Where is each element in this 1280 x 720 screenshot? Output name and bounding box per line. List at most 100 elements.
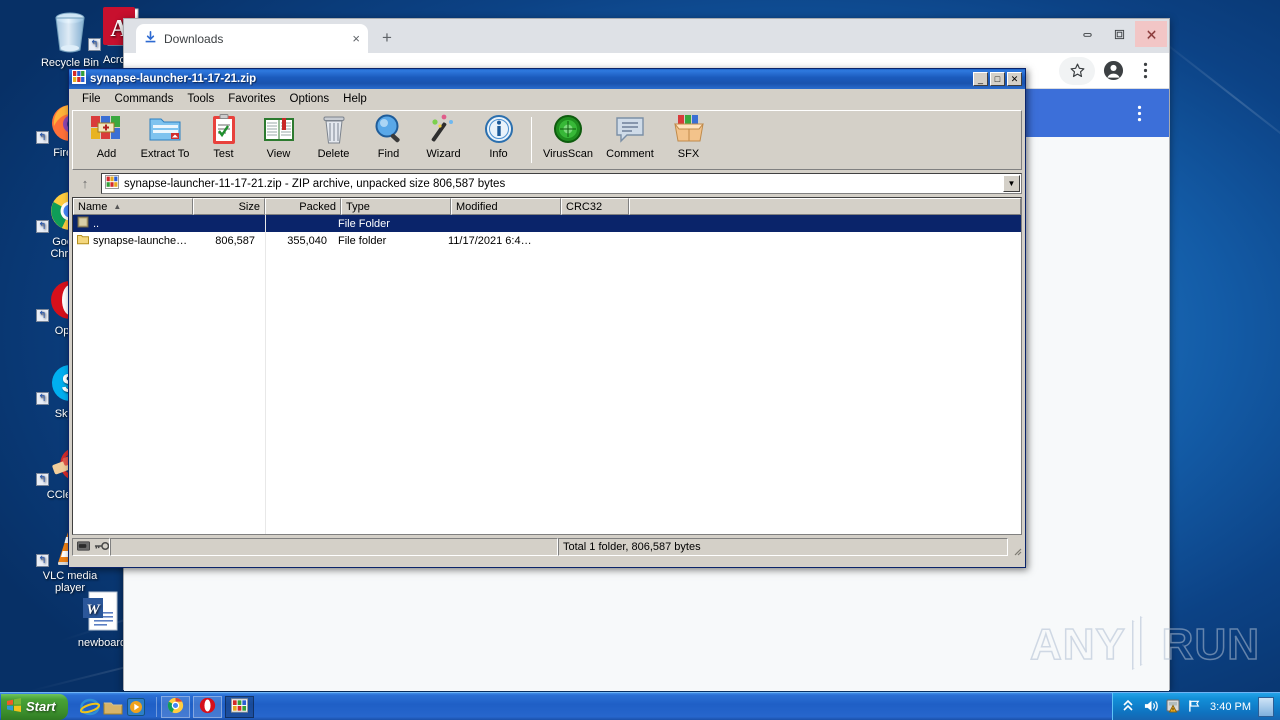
start-button[interactable]: Start (1, 693, 68, 720)
show-desktop-icon[interactable] (103, 697, 123, 717)
archive-path-combo[interactable]: synapse-launcher-11-17-21.zip - ZIP arch… (101, 173, 1022, 194)
maximize-button[interactable] (1103, 21, 1135, 47)
column-header-packed[interactable]: Packed (265, 198, 341, 215)
show-desktop-button[interactable] (1258, 696, 1274, 717)
internet-explorer-icon[interactable] (79, 697, 100, 717)
column-header-size[interactable]: Size (193, 198, 265, 215)
download-icon (144, 30, 157, 47)
chrome-tab-strip: Downloads × + (124, 19, 1169, 53)
new-tab-button[interactable]: + (382, 29, 392, 47)
toolbar-separator (531, 117, 532, 163)
taskbar-clock[interactable]: 3:40 PM (1210, 701, 1251, 713)
row-name-text: .. (93, 217, 100, 230)
sort-ascending-icon: ▲ (113, 202, 122, 211)
show-hidden-icons-icon[interactable] (1122, 699, 1137, 714)
table-row[interactable]: .. File Folder (73, 215, 1021, 232)
watermark-right-text: RUN (1161, 619, 1260, 670)
menu-item-file[interactable]: File (75, 91, 108, 107)
toolbar-button-virusscan[interactable]: VirusScan (537, 113, 599, 167)
toolbar-label: Add (96, 148, 117, 160)
row-type-cell: File Folder (338, 217, 390, 230)
resize-grip[interactable] (1010, 544, 1022, 556)
toolbar-label: Find (377, 148, 400, 160)
close-icon[interactable]: × (352, 31, 360, 46)
toolbar-button-view[interactable]: View (251, 113, 306, 167)
toolbar-label: Delete (317, 148, 350, 160)
magic-wand-icon (427, 113, 461, 146)
shortcut-overlay-icon: ↰ (36, 473, 49, 486)
column-header-modified[interactable]: Modified (451, 198, 561, 215)
table-row[interactable]: synapse-launche… 806,587 355,040 File fo… (73, 232, 1021, 249)
drive-icon (77, 540, 90, 554)
taskbar-item-opera[interactable] (192, 695, 222, 718)
toolbar-button-wizard[interactable]: Wizard (416, 113, 471, 167)
up-arrow-icon[interactable]: ↑ (72, 173, 98, 194)
magnifier-icon (372, 113, 406, 146)
network-icon[interactable] (1188, 699, 1203, 714)
chevron-down-icon[interactable]: ▼ (1003, 175, 1020, 192)
chrome-window-controls (1071, 21, 1167, 47)
shortcut-overlay-icon: ↰ (36, 309, 49, 322)
toolbar-button-add[interactable]: Add (79, 113, 134, 167)
add-archive-icon (90, 113, 124, 146)
toolbar-button-extract-to[interactable]: Extract To (134, 113, 196, 167)
winrar-menu-bar: File Commands Tools Favorites Options He… (69, 89, 1025, 108)
opera-icon (199, 697, 216, 717)
minimize-button[interactable] (1071, 21, 1103, 47)
toolbar-label: SFX (677, 148, 700, 160)
column-header-type[interactable]: Type (341, 198, 451, 215)
sfx-box-icon (672, 113, 706, 146)
taskbar-task-list (160, 695, 254, 718)
chrome-icon (167, 697, 184, 717)
quick-launch-bar (74, 695, 152, 719)
maximize-button[interactable]: □ (990, 72, 1005, 86)
menu-item-favorites[interactable]: Favorites (221, 91, 282, 107)
windows-logo-icon (6, 697, 22, 716)
toolbar-button-comment[interactable]: Comment (599, 113, 661, 167)
toolbar-label: View (266, 148, 291, 160)
row-packed-cell: 355,040 (287, 234, 327, 247)
volume-icon[interactable] (1144, 699, 1159, 714)
taskbar-separator (155, 696, 157, 717)
taskbar-item-winrar[interactable] (224, 695, 254, 718)
toolbar-label: Wizard (426, 148, 461, 160)
row-size-cell: 806,587 (215, 234, 255, 247)
menu-item-commands[interactable]: Commands (108, 91, 181, 107)
menu-item-options[interactable]: Options (283, 91, 337, 107)
close-button[interactable] (1135, 21, 1167, 47)
kebab-menu-icon[interactable] (1131, 57, 1159, 85)
column-header-name[interactable]: Name ▲ (73, 198, 193, 215)
shortcut-overlay-icon: ↰ (36, 131, 49, 144)
column-header-crc32[interactable]: CRC32 (561, 198, 629, 215)
toolbar-button-info[interactable]: Info (471, 113, 526, 167)
toolbar-button-delete[interactable]: Delete (306, 113, 361, 167)
kebab-menu-icon[interactable] (1137, 105, 1142, 122)
toolbar-label: Extract To (140, 148, 190, 160)
security-shield-icon[interactable] (1166, 699, 1181, 714)
menu-item-help[interactable]: Help (336, 91, 374, 107)
start-label: Start (26, 699, 56, 714)
taskbar-item-chrome[interactable] (160, 695, 190, 718)
shortcut-overlay-icon: ↰ (36, 554, 49, 567)
winrar-window-controls: _ □ ✕ (973, 72, 1025, 86)
close-button[interactable]: ✕ (1007, 72, 1022, 86)
windows-taskbar: Start 3:40 PM (0, 692, 1280, 720)
windows-media-player-icon[interactable] (126, 697, 146, 717)
toolbar-button-find[interactable]: Find (361, 113, 416, 167)
extract-folder-icon (148, 113, 182, 146)
winrar-title-bar[interactable]: synapse-launcher-11-17-21.zip _ □ ✕ (69, 69, 1025, 89)
winrar-window[interactable]: synapse-launcher-11-17-21.zip _ □ ✕ File… (68, 68, 1026, 568)
menu-item-tools[interactable]: Tools (180, 91, 221, 107)
account-icon[interactable] (1099, 57, 1127, 85)
file-list-rows: .. File Folder synapse-launche… 806,587 … (73, 215, 1021, 534)
toolbar-label: Comment (606, 148, 654, 160)
file-list-header: Name ▲ Size Packed Type Modified CRC32 (73, 198, 1021, 215)
tab-downloads[interactable]: Downloads × (136, 24, 368, 53)
column-label: Name (78, 200, 108, 213)
minimize-button[interactable]: _ (973, 72, 988, 86)
toolbar-button-test[interactable]: Test (196, 113, 251, 167)
toolbar-button-sfx[interactable]: SFX (661, 113, 716, 167)
star-icon[interactable] (1059, 56, 1095, 85)
archive-file-list[interactable]: Name ▲ Size Packed Type Modified CRC32 .… (72, 197, 1022, 535)
info-circle-icon (482, 113, 516, 146)
